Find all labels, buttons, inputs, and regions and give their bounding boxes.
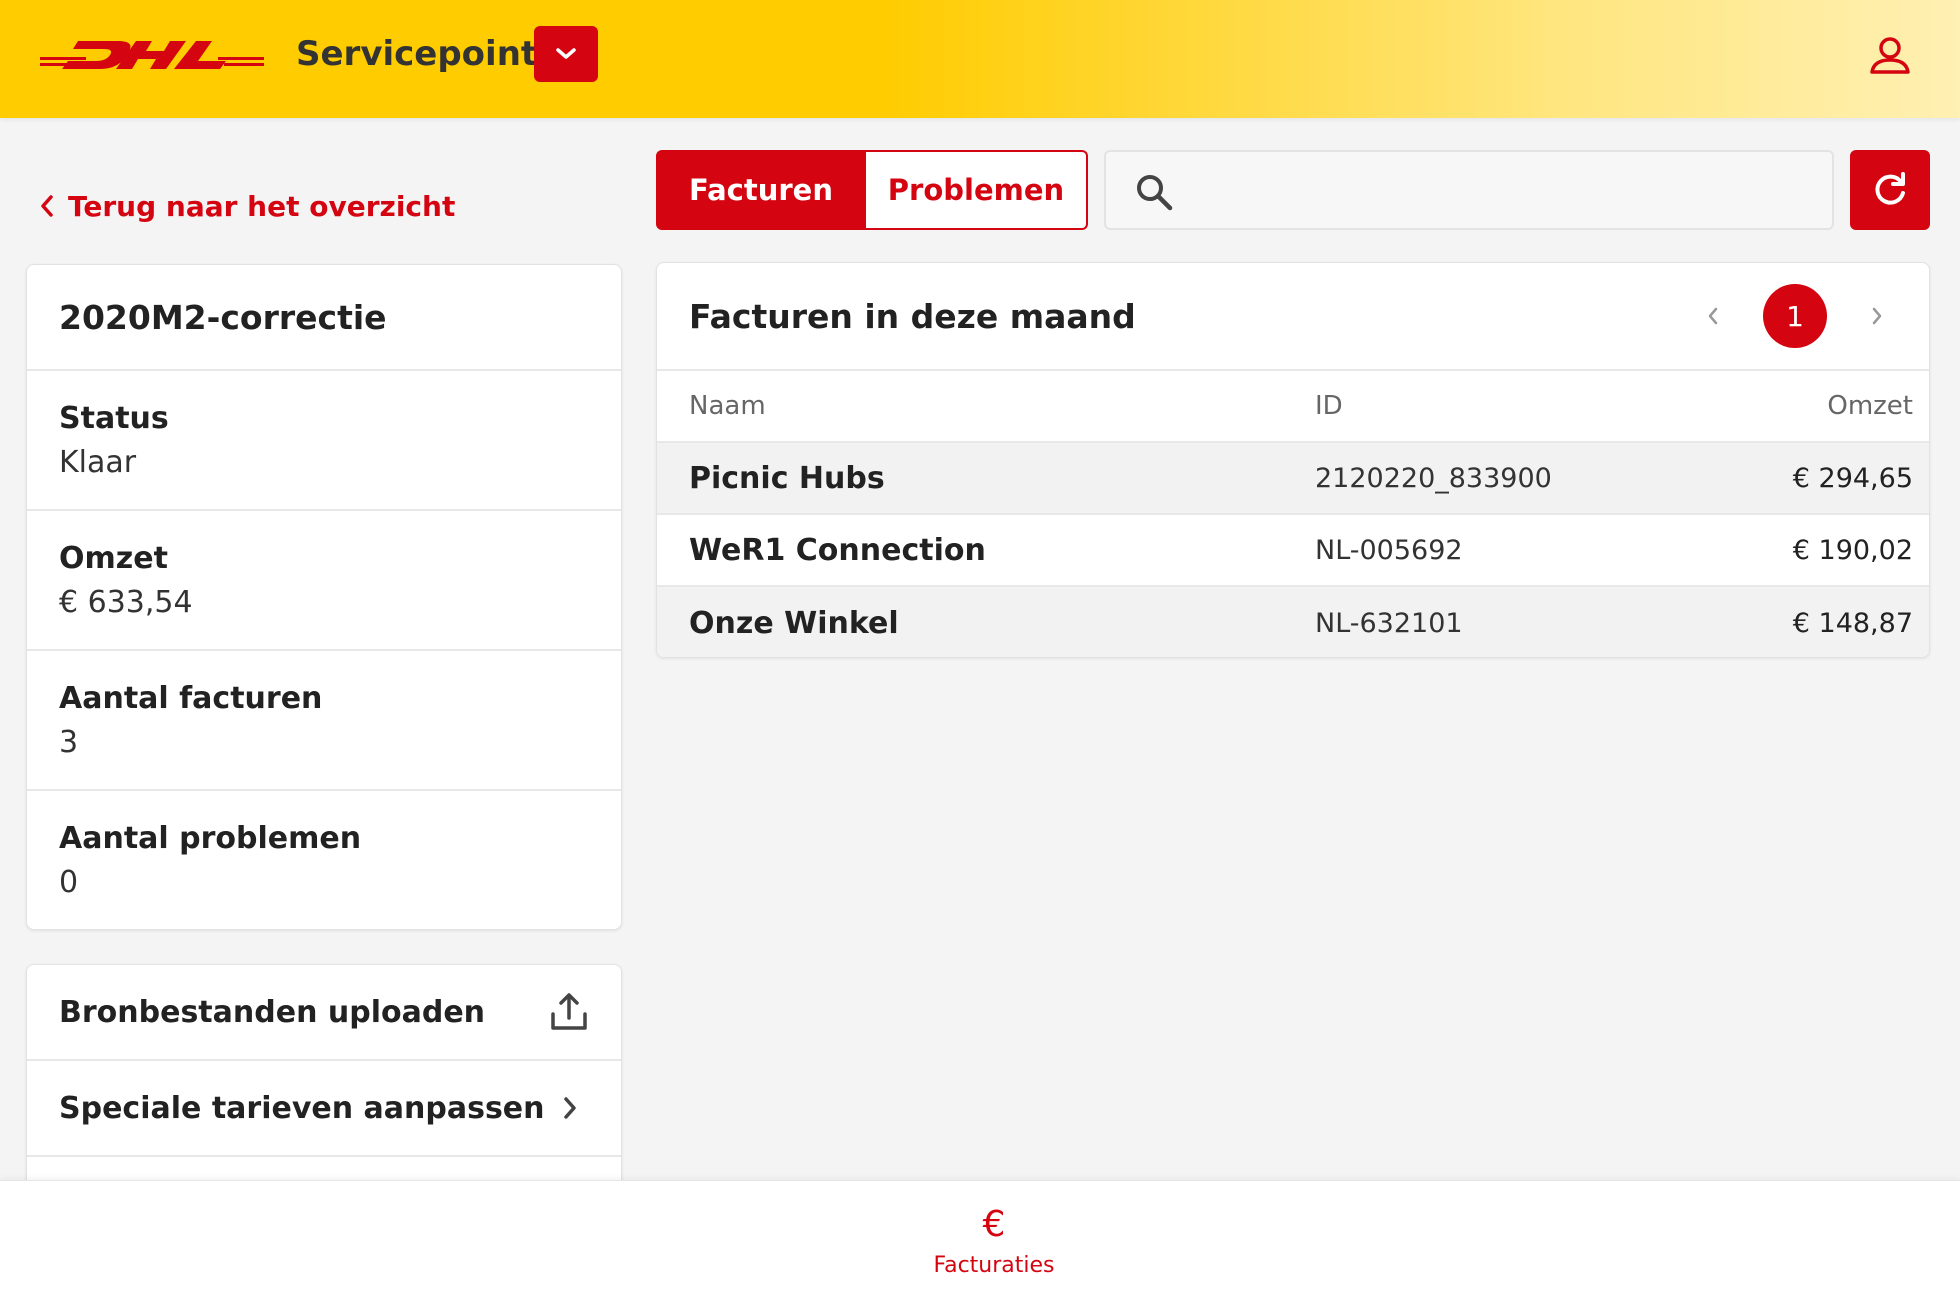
table-row[interactable]: Picnic Hubs 2120220_833900 € 294,65	[657, 443, 1929, 515]
search-icon	[1137, 175, 1173, 211]
column-header-name[interactable]: Naam	[689, 391, 1315, 421]
problem-count-value: 0	[59, 865, 79, 900]
previous-page-button[interactable]	[1693, 296, 1733, 336]
upload-source-files-label: Bronbestanden uploaden	[59, 994, 486, 1030]
revenue-label: Omzet	[59, 541, 168, 576]
invoice-id: NL-632101	[1315, 607, 1463, 639]
chevron-right-icon	[564, 1097, 576, 1119]
column-header-id[interactable]: ID	[1315, 391, 1695, 421]
adjust-special-rates-label: Speciale tarieven aanpassen	[59, 1090, 545, 1126]
invoice-amount: € 148,87	[1792, 607, 1913, 639]
status-value: Klaar	[59, 445, 137, 480]
chevron-left-icon	[1708, 307, 1718, 325]
next-page-button[interactable]	[1857, 296, 1897, 336]
table-header-row: Naam ID Omzet	[657, 371, 1929, 443]
problem-count-row: Aantal problemen 0	[27, 791, 621, 931]
status-row: Status Klaar	[27, 371, 621, 511]
back-to-overview-link[interactable]: Terug naar het overzicht	[40, 184, 455, 228]
nav-item-label: Facturaties	[933, 1253, 1055, 1278]
invoice-count-value: 3	[59, 725, 79, 760]
search-input[interactable]	[1196, 162, 1816, 218]
status-label: Status	[59, 401, 169, 436]
upload-source-files-button[interactable]: Bronbestanden uploaden	[27, 965, 621, 1061]
user-icon[interactable]	[1866, 32, 1914, 80]
column-header-amount[interactable]: Omzet	[1695, 391, 1913, 421]
invoice-name: WeR1 Connection	[689, 532, 986, 568]
invoice-count-row: Aantal facturen 3	[27, 651, 621, 791]
table-row[interactable]: WeR1 Connection NL-005692 € 190,02	[657, 515, 1929, 587]
euro-icon: €	[982, 1204, 1006, 1245]
invoice-id: 2120220_833900	[1315, 462, 1552, 494]
invoice-name: Picnic Hubs	[689, 460, 885, 496]
revenue-row: Omzet € 633,54	[27, 511, 621, 651]
invoices-card: Facturen in deze maand 1 Naam ID Omzet P…	[656, 262, 1930, 658]
view-tabs: Facturen Problemen	[656, 150, 1088, 230]
current-page-number[interactable]: 1	[1763, 284, 1827, 348]
problem-count-label: Aantal problemen	[59, 821, 362, 856]
tab-facturen[interactable]: Facturen	[656, 150, 866, 230]
invoice-amount: € 190,02	[1792, 534, 1913, 566]
invoice-amount: € 294,65	[1792, 462, 1913, 494]
search-box	[1104, 150, 1834, 230]
revenue-value: € 633,54	[59, 585, 193, 620]
back-link-label: Terug naar het overzicht	[68, 189, 456, 223]
nav-item-facturaties[interactable]: € Facturaties	[912, 1204, 1076, 1279]
invoices-card-header: Facturen in deze maand 1	[657, 263, 1929, 371]
bottom-navigation: € Facturaties	[0, 1180, 1960, 1300]
app-title: Servicepoints	[296, 34, 558, 74]
dhl-logo[interactable]	[40, 35, 264, 75]
refresh-icon	[1875, 172, 1905, 205]
app-switch-dropdown-button[interactable]	[534, 26, 598, 82]
actions-card: Bronbestanden uploaden Speciale tarieven…	[26, 964, 622, 1194]
invoice-count-label: Aantal facturen	[59, 681, 323, 716]
chevron-left-icon	[41, 195, 53, 217]
chevron-down-icon	[556, 48, 576, 59]
table-row[interactable]: Onze Winkel NL-632101 € 148,87	[657, 587, 1929, 657]
invoices-title: Facturen in deze maand	[689, 296, 1136, 336]
billing-period-title: 2020M2-correctie	[27, 265, 621, 371]
chevron-right-icon	[1872, 307, 1882, 325]
adjust-special-rates-button[interactable]: Speciale tarieven aanpassen	[27, 1061, 621, 1157]
invoice-name: Onze Winkel	[689, 605, 899, 641]
upload-icon	[551, 993, 587, 1030]
invoice-id: NL-005692	[1315, 534, 1463, 566]
pagination: 1	[1693, 284, 1897, 348]
billing-period-card: 2020M2-correctie Status Klaar Omzet € 63…	[26, 264, 622, 930]
app-header: Servicepoints	[0, 0, 1960, 118]
tab-problemen[interactable]: Problemen	[866, 150, 1088, 230]
refresh-button[interactable]	[1850, 150, 1930, 230]
